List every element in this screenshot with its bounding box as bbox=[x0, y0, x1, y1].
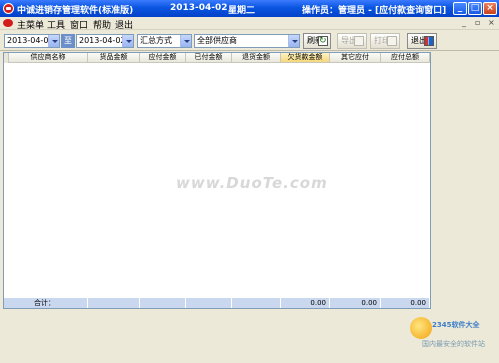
chevron-down-icon[interactable] bbox=[180, 35, 191, 47]
column-header-total-payable[interactable]: 应付总额 bbox=[381, 53, 430, 63]
maximize-button[interactable]: □ bbox=[468, 2, 482, 15]
column-header-paid-amount[interactable]: 已付金额 bbox=[186, 53, 232, 63]
export-icon bbox=[354, 36, 364, 46]
mdi-minimize-icon[interactable]: _ bbox=[462, 18, 466, 27]
grid-header: 供应商名称 货品金额 应付金额 已付金额 退货金额 欠货款金额 其它应付 应付总… bbox=[4, 53, 430, 63]
export-button[interactable]: 导出 bbox=[337, 33, 367, 49]
chevron-down-icon[interactable] bbox=[48, 35, 59, 47]
watermark: www.DuoTe.com bbox=[176, 174, 328, 192]
menu-app-icon[interactable] bbox=[3, 19, 13, 27]
total-owed-amount: 0.00 bbox=[281, 298, 330, 308]
refresh-button[interactable]: 刷新 bbox=[303, 33, 331, 49]
to-label: 至 bbox=[61, 34, 75, 48]
site-logo-icon bbox=[410, 317, 432, 339]
total-payable-sum: 0.00 bbox=[381, 298, 430, 308]
site-logo-title: 2345软件大全 bbox=[432, 321, 480, 329]
menu-tools[interactable]: 工具 bbox=[47, 18, 65, 31]
title-weekday: 星期二 bbox=[228, 6, 256, 16]
total-other-payable: 0.00 bbox=[330, 298, 381, 308]
chevron-down-icon[interactable] bbox=[288, 35, 299, 47]
menu-help[interactable]: 帮助 bbox=[93, 18, 111, 31]
toolbar: 2013-04-01 至 2013-04-02 汇总方式 全部供应商 刷新 导出… bbox=[0, 31, 499, 51]
date-to-value: 2013-04-02 bbox=[79, 36, 126, 45]
column-header-payable-amount[interactable]: 应付金额 bbox=[140, 53, 186, 63]
menu-main[interactable]: 主菜单 bbox=[17, 18, 44, 31]
title-bar: 中诚进销存管理软件(标准版) 2013-04-02 星期二 操作员：管理员 - … bbox=[0, 0, 499, 17]
app-logo-icon bbox=[3, 3, 14, 14]
menu-window[interactable]: 窗口 bbox=[70, 18, 88, 31]
menu-bar: 主菜单 工具 窗口 帮助 退出 _ ▫ × bbox=[0, 17, 499, 31]
total-goods-amount bbox=[88, 298, 140, 308]
site-logo-subtitle: 国内最安全的软件站 bbox=[422, 340, 485, 348]
column-header-goods-amount[interactable]: 货品金额 bbox=[88, 53, 140, 63]
exit-button[interactable]: 退出 bbox=[407, 33, 437, 49]
mdi-restore-icon[interactable]: ▫ bbox=[475, 18, 480, 27]
column-header-supplier[interactable]: 供应商名称 bbox=[9, 53, 88, 63]
column-header-return-amount[interactable]: 退货金额 bbox=[232, 53, 281, 63]
app-title: 中诚进销存管理软件(标准版) bbox=[17, 6, 134, 16]
totals-row: 合计： 0.00 0.00 0.00 bbox=[4, 298, 430, 308]
summary-mode-value: 汇总方式 bbox=[140, 36, 172, 45]
supplier-value: 全部供应商 bbox=[197, 36, 237, 45]
date-from-value: 2013-04-01 bbox=[7, 36, 54, 45]
summary-mode-select[interactable]: 汇总方式 bbox=[137, 34, 192, 48]
column-header-owed-amount[interactable]: 欠货款金额 bbox=[281, 53, 330, 63]
column-header-other-payable[interactable]: 其它应付 bbox=[330, 53, 381, 63]
minimize-button[interactable]: _ bbox=[453, 2, 467, 15]
title-operator: 操作员：管理员 - [应付款查询窗口] bbox=[302, 6, 447, 16]
total-return-amount bbox=[232, 298, 281, 308]
chevron-down-icon[interactable] bbox=[122, 35, 133, 47]
date-to-picker[interactable]: 2013-04-02 bbox=[76, 34, 134, 48]
menu-exit[interactable]: 退出 bbox=[115, 18, 133, 31]
close-button[interactable]: × bbox=[483, 2, 497, 15]
payables-grid[interactable]: 供应商名称 货品金额 应付金额 已付金额 退货金额 欠货款金额 其它应付 应付总… bbox=[3, 52, 431, 309]
mdi-close-icon[interactable]: × bbox=[488, 18, 495, 27]
total-payable-amount bbox=[140, 298, 186, 308]
exit-door-icon bbox=[424, 36, 434, 46]
total-paid-amount bbox=[186, 298, 232, 308]
print-button[interactable]: 打印 bbox=[370, 33, 400, 49]
refresh-icon bbox=[318, 34, 328, 48]
date-from-picker[interactable]: 2013-04-01 bbox=[4, 34, 60, 48]
title-date: 2013-04-02 bbox=[170, 3, 228, 13]
totals-label: 合计： bbox=[4, 298, 88, 308]
supplier-select[interactable]: 全部供应商 bbox=[194, 34, 300, 48]
printer-icon bbox=[387, 36, 397, 46]
